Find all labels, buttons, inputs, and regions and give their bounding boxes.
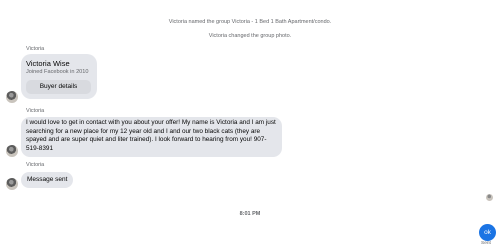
buyer-details-button[interactable]: Buyer details bbox=[26, 80, 91, 94]
read-receipt-avatar bbox=[486, 194, 493, 201]
sent-status: Sent bbox=[481, 241, 491, 246]
sender-avatar[interactable] bbox=[6, 145, 18, 157]
message-bubble: I would love to get in contact with you … bbox=[21, 117, 282, 157]
sender-name: Victoria bbox=[26, 162, 45, 168]
profile-card: Victoria Wise Joined Facebook in 2010 Bu… bbox=[21, 54, 97, 99]
system-message-group-renamed: Victoria named the group Victoria - 1 Be… bbox=[168, 19, 332, 25]
ok-button[interactable]: ok bbox=[479, 224, 496, 241]
message-bubble: Message sent bbox=[21, 172, 74, 188]
sender-avatar[interactable] bbox=[6, 178, 18, 190]
timestamp: 8:01 PM bbox=[239, 211, 261, 217]
sender-name: Victoria bbox=[26, 46, 45, 52]
profile-joined-date: Joined Facebook in 2010 bbox=[26, 69, 89, 75]
profile-name: Victoria Wise bbox=[26, 59, 70, 68]
sender-avatar[interactable] bbox=[6, 91, 18, 103]
system-message-photo-changed: Victoria changed the group photo. bbox=[208, 33, 292, 39]
sender-name: Victoria bbox=[26, 108, 45, 114]
